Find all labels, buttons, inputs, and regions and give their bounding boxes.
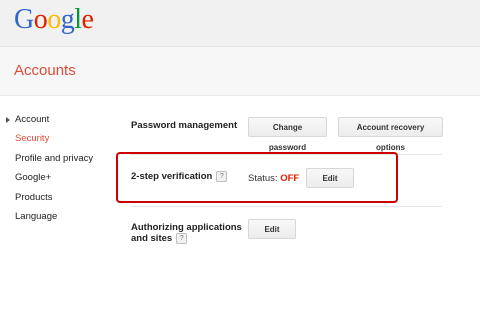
accounts-header: Accounts (0, 47, 480, 96)
logo-letter-e: e (81, 4, 94, 35)
sidebar-item-profile-and-privacy[interactable]: Profile and privacy (0, 152, 110, 171)
change-password-button[interactable]: Change password (248, 117, 327, 152)
logo-letter-l: l (74, 4, 82, 35)
top-bar: Google (0, 0, 480, 47)
authorizing-label-line1: Authorizing applications (131, 222, 242, 233)
authorizing-edit-button[interactable]: Edit (248, 219, 296, 239)
sidebar-item-label: Language (15, 210, 58, 222)
sidebar: Account Security Profile and privacy Goo… (0, 113, 110, 229)
sidebar-item-products[interactable]: Products (0, 191, 110, 210)
sidebar-item-google-plus[interactable]: Google+ (0, 171, 110, 190)
sidebar-item-label: Account (15, 114, 50, 125)
google-logo[interactable]: Google (14, 4, 94, 36)
sidebar-item-label: Security (15, 133, 50, 145)
authorizing-label-line2-wrap: and sites? (131, 233, 242, 244)
sidebar-item-label: Products (15, 191, 53, 203)
sidebar-item-label: Google+ (15, 172, 52, 184)
sidebar-item-security[interactable]: Security (0, 132, 110, 151)
sidebar-item-language[interactable]: Language (0, 210, 110, 229)
sidebar-item-account[interactable]: Account (0, 113, 110, 132)
password-management-label: Password management (131, 120, 238, 131)
page-title: Accounts (14, 62, 76, 79)
logo-letter-o1: o (33, 4, 48, 35)
logo-letter-g2: g (60, 4, 75, 35)
help-icon[interactable]: ? (176, 233, 188, 244)
highlight-box (116, 152, 398, 203)
caret-right-icon (6, 117, 10, 123)
logo-letter-o2: o (47, 4, 61, 35)
logo-letter-g: G (14, 4, 34, 35)
authorizing-label-line2: and sites (131, 233, 173, 245)
authorizing-applications-label: Authorizing applications and sites? (131, 222, 242, 244)
sidebar-item-label: Profile and privacy (15, 152, 94, 164)
row-divider (131, 206, 442, 207)
account-recovery-options-button[interactable]: Account recovery options (338, 117, 443, 152)
